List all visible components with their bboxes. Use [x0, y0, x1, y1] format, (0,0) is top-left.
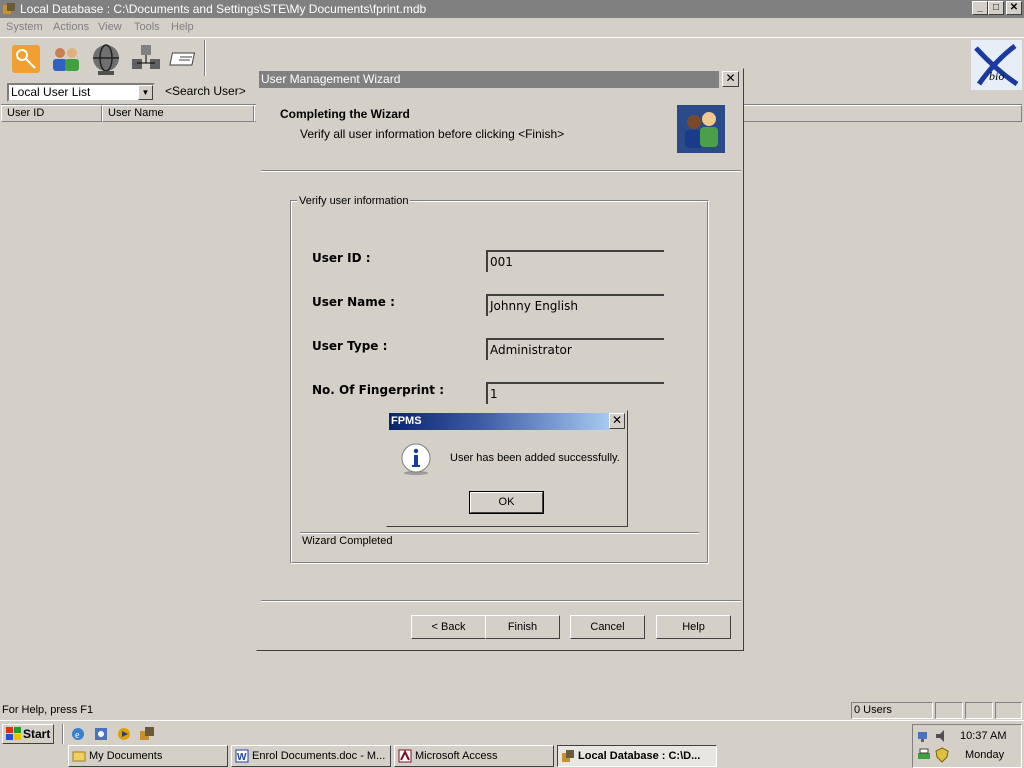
complete-separator: [300, 532, 699, 534]
user-management-wizard: User Management Wizard ✕ Completing the …: [256, 68, 744, 651]
taskbar: Start e My Documents W Enrol Documents.d…: [0, 720, 1024, 768]
column-user-name[interactable]: User Name: [102, 105, 254, 122]
fingerprint-count-label: No. Of Fingerprint :: [312, 383, 444, 397]
ok-button[interactable]: OK: [469, 491, 544, 514]
menu-tools[interactable]: Tools: [134, 21, 160, 33]
task-microsoft-access[interactable]: Microsoft Access: [394, 745, 554, 767]
fingerprint-count-field: 1: [486, 382, 664, 404]
folder-icon: [72, 751, 86, 762]
shield-tray-icon[interactable]: [934, 747, 950, 763]
menu-system[interactable]: System: [6, 21, 43, 33]
network-tray-icon[interactable]: [916, 728, 932, 744]
network-icon[interactable]: [128, 41, 164, 77]
column-user-id[interactable]: User ID: [1, 105, 102, 122]
task-label: My Documents: [89, 750, 163, 762]
task-label: Local Database : C:\D...: [578, 750, 701, 762]
menu-help[interactable]: Help: [171, 21, 194, 33]
user-list-combo[interactable]: Local User List ▼: [7, 83, 155, 102]
users-icon[interactable]: [48, 41, 84, 77]
task-label: Microsoft Access: [415, 750, 498, 762]
outlook-icon[interactable]: [93, 726, 109, 742]
fingerprint-app-icon: [3, 3, 15, 14]
search-user-link[interactable]: <Search User>: [165, 84, 246, 98]
fpms-message-box: FPMS ✕ User has been added successfully.…: [386, 410, 628, 527]
svg-text:bio: bio: [989, 69, 1004, 83]
bio-logo: bio: [971, 40, 1022, 90]
users-icon: [677, 105, 725, 153]
svg-text:W: W: [237, 752, 247, 763]
clock[interactable]: 10:37 AM: [960, 730, 1006, 742]
wizard-status-text: Wizard Completed: [302, 535, 393, 547]
user-type-label: User Type :: [312, 339, 388, 353]
wizard-title: User Management Wizard: [259, 71, 719, 88]
user-type-field: Administrator: [486, 338, 664, 360]
message-box-close-button[interactable]: ✕: [609, 413, 625, 429]
task-my-documents[interactable]: My Documents: [68, 745, 228, 767]
statusbar: For Help, press F1 0 Users: [0, 702, 1024, 720]
menu-view[interactable]: View: [98, 21, 122, 33]
task-local-database[interactable]: Local Database : C:\D...: [557, 745, 717, 767]
cancel-button[interactable]: Cancel: [570, 615, 645, 639]
windows-logo-icon: [6, 727, 21, 740]
fprint-icon[interactable]: [139, 726, 155, 742]
wizard-close-button[interactable]: ✕: [722, 71, 739, 87]
task-word-document[interactable]: W Enrol Documents.doc - M...: [231, 745, 391, 767]
ok-button-label: OK: [498, 496, 515, 508]
message-text: User has been added successfully.: [450, 452, 620, 464]
user-name-field: Johnny English: [486, 294, 664, 316]
chevron-down-icon[interactable]: ▼: [138, 85, 153, 100]
start-label: Start: [23, 727, 51, 741]
fprint-icon: [562, 750, 574, 762]
status-user-count: 0 Users: [851, 702, 933, 719]
footer-separator: [261, 600, 741, 602]
info-icon: [401, 443, 431, 475]
verify-group-label: Verify user information: [297, 195, 411, 207]
access-icon: [398, 749, 412, 763]
user-list-combo-value: Local User List: [11, 85, 91, 99]
media-player-icon[interactable]: [116, 726, 132, 742]
word-icon: W: [235, 749, 249, 763]
main-titlebar: Local Database : C:\Documents and Settin…: [0, 0, 1024, 18]
ie-icon[interactable]: e: [70, 726, 86, 742]
menu-actions[interactable]: Actions: [53, 21, 89, 33]
user-id-label: User ID :: [312, 251, 371, 265]
printer-tray-icon[interactable]: [916, 747, 932, 763]
card-icon[interactable]: [168, 41, 204, 77]
task-label: Enrol Documents.doc - M...: [252, 750, 386, 762]
menubar: System Actions View Tools Help: [0, 18, 1024, 38]
wizard-heading: Completing the Wizard: [280, 107, 410, 121]
back-button[interactable]: < Back: [411, 615, 486, 639]
key-icon[interactable]: [8, 41, 44, 77]
user-name-label: User Name :: [312, 295, 395, 309]
status-panel: [935, 702, 963, 719]
user-id-field: 001: [486, 250, 664, 272]
minimize-button[interactable]: _: [972, 1, 988, 15]
restore-button[interactable]: □: [988, 1, 1004, 15]
wizard-subheading: Verify all user information before click…: [300, 127, 565, 141]
help-button[interactable]: Help: [656, 615, 731, 639]
close-button[interactable]: ✕: [1006, 1, 1022, 15]
svg-text:e: e: [75, 730, 80, 741]
day-of-week: Monday: [965, 749, 1005, 761]
toolbar-separator: [204, 40, 206, 76]
status-panel: [995, 702, 1022, 719]
message-box-title: FPMS: [389, 413, 609, 430]
status-panel: [965, 702, 993, 719]
finish-button[interactable]: Finish: [485, 615, 560, 639]
start-button[interactable]: Start: [2, 724, 54, 744]
window-title: Local Database : C:\Documents and Settin…: [20, 2, 427, 16]
globe-icon[interactable]: [88, 41, 124, 77]
status-help-text: For Help, press F1: [2, 704, 94, 716]
header-separator: [261, 170, 741, 172]
volume-tray-icon[interactable]: [934, 728, 950, 744]
quicklaunch-separator: [62, 724, 64, 744]
